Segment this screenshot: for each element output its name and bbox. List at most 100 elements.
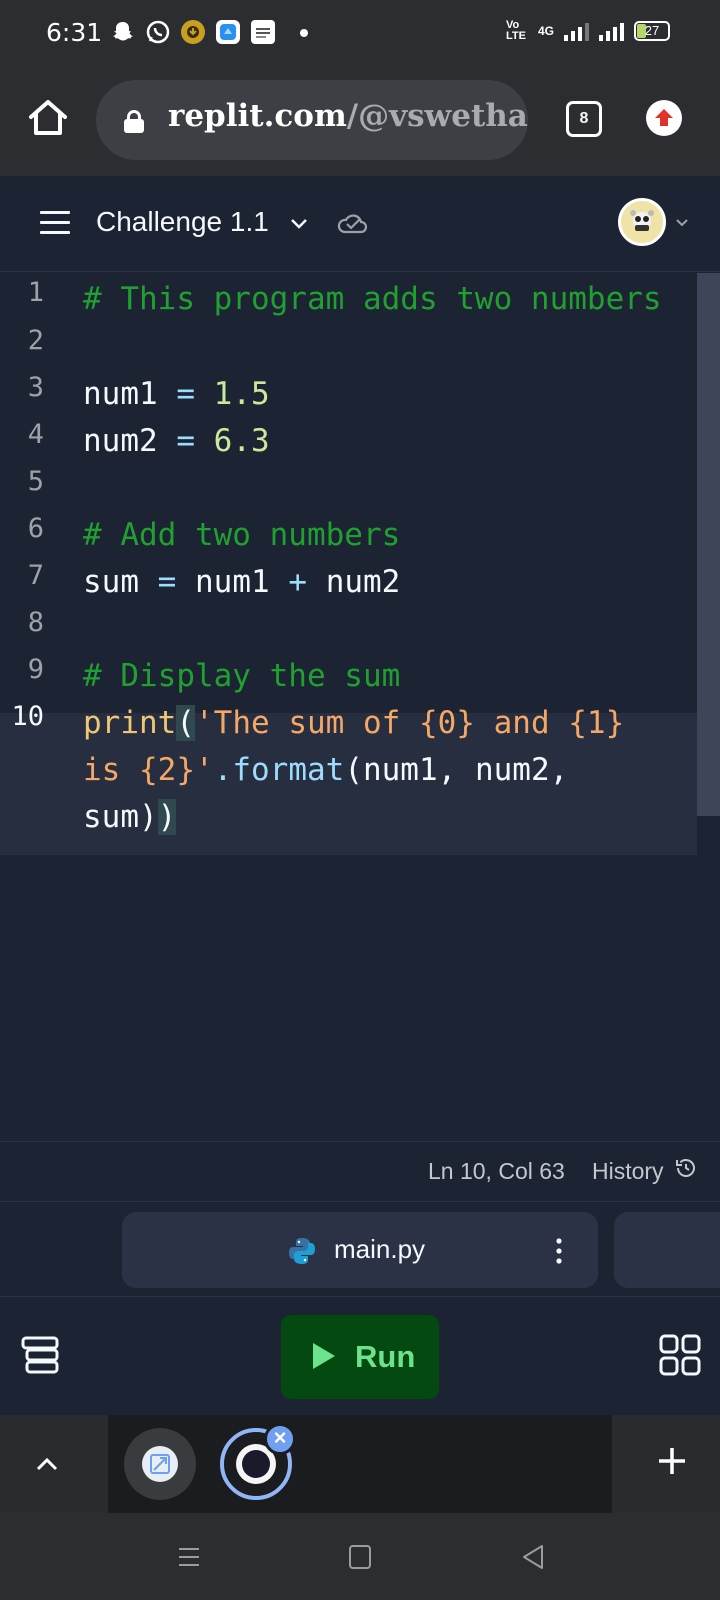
battery-icon: 27 (634, 21, 670, 41)
file-tab-label: main.py (334, 1234, 426, 1264)
code-line: 6 # Add two numbers (0, 511, 697, 559)
bubble-screenshot[interactable] (124, 1428, 196, 1500)
code-text: is {2}'.format(num1, num2, (83, 752, 568, 788)
line-number: 3 (27, 372, 44, 403)
code-line-active: 10 print('The sum of {0} and {1} is {2}'… (0, 699, 697, 841)
volte-label: Vo LTE (505, 19, 526, 42)
arguments: sum) (83, 799, 158, 835)
tabs-icon[interactable]: 8 (566, 101, 602, 137)
identifier: sum (83, 564, 139, 600)
signal-1-icon (564, 21, 589, 41)
bubble-bar-left (0, 1415, 108, 1513)
code-line: 5 (0, 464, 697, 512)
layout-icon[interactable] (20, 1335, 60, 1375)
run-label: Run (355, 1339, 416, 1374)
history-button[interactable]: History (592, 1156, 698, 1186)
identifier: num1 (83, 376, 158, 412)
url-domain: replit.com (168, 98, 347, 134)
line-number: 10 (11, 701, 44, 732)
grid-icon[interactable] (658, 1333, 702, 1377)
string-literal: is {2}' (83, 752, 214, 788)
code-text: sum)) (83, 799, 177, 835)
number-literal: 1.5 (213, 376, 270, 412)
calendar-icon (251, 20, 275, 44)
scrollbar[interactable] (697, 273, 720, 816)
hamburger-icon[interactable] (40, 211, 70, 235)
operator: = (157, 564, 177, 600)
arguments: (num1, num2, (344, 752, 569, 788)
repl-header: Challenge 1.1 (0, 176, 720, 272)
app-icon-inner (242, 1450, 270, 1478)
function-name: print (83, 705, 177, 741)
system-nav-bar (0, 1513, 720, 1600)
lock-icon (124, 110, 144, 133)
comment: # Display the sum (83, 658, 401, 694)
snapchat-icon (111, 20, 135, 44)
status-bar: 6:31 Vo LTE 4G 27 (0, 0, 720, 64)
open-paren: ( (176, 705, 195, 741)
bottom-toolbar: Run (0, 1297, 720, 1415)
file-tab-next[interactable] (614, 1212, 720, 1288)
identifier: num1 (195, 564, 270, 600)
comment: # Add two numbers (83, 517, 401, 553)
status-right: Vo LTE 4G 27 (506, 20, 670, 42)
cursor-position: Ln 10, Col 63 (428, 1158, 565, 1184)
chevron-down-icon[interactable] (288, 212, 310, 234)
line-number: 2 (27, 325, 44, 356)
code-line: 2 (0, 323, 697, 371)
chevron-down-icon[interactable] (674, 214, 690, 230)
kebab-icon[interactable] (556, 1236, 562, 1266)
back-icon[interactable] (520, 1543, 546, 1571)
status-time: 6:31 (46, 18, 103, 47)
screenshot-icon (142, 1446, 178, 1482)
string-literal: 'The sum of {0} and {1} (195, 705, 625, 741)
url-path: /@vswethacs (346, 98, 528, 134)
file-tabs: main.py (0, 1201, 720, 1297)
code-line: 9 # Display the sum (0, 652, 697, 700)
identifier: num2 (325, 564, 401, 600)
recent-apps-icon[interactable] (177, 1545, 201, 1569)
operator: = (176, 423, 195, 459)
code-text: num2 = 6.3 (83, 423, 270, 459)
code-text: sum = num1 + num2 (83, 564, 400, 600)
notification-dot (300, 29, 308, 37)
play-icon (313, 1343, 335, 1369)
app-icon (216, 20, 240, 44)
identifier: num2 (83, 423, 158, 459)
address-bar[interactable]: replit.com/@vswethacs (96, 80, 528, 160)
url-text[interactable]: replit.com/@vswethacs (168, 98, 528, 134)
repl-title[interactable]: Challenge 1.1 (96, 206, 269, 238)
file-tab-main-py[interactable]: main.py (122, 1212, 598, 1288)
line-number: 7 (27, 560, 44, 591)
method-name: format (232, 752, 345, 788)
history-label: History (592, 1157, 664, 1184)
chevron-up-icon[interactable] (34, 1451, 60, 1477)
whatsapp-icon (146, 20, 170, 44)
editor-status-bar: Ln 10, Col 63 History (0, 1141, 720, 1201)
comment: # This program adds two numbers (83, 281, 662, 317)
close-paren: ) (157, 799, 177, 835)
line-number: 5 (27, 466, 44, 497)
home-nav-icon[interactable] (349, 1545, 371, 1569)
dot-operator: . (213, 752, 233, 788)
line-number: 6 (27, 513, 44, 544)
download-icon (181, 20, 205, 44)
cloud-check-icon (336, 208, 368, 236)
close-icon[interactable]: × (264, 1423, 296, 1455)
upload-icon[interactable] (646, 100, 682, 136)
run-button[interactable]: Run (281, 1315, 439, 1399)
bubble-bar: × (0, 1415, 720, 1513)
browser-toolbar: replit.com/@vswethacs 8 (0, 64, 720, 176)
code-text: print('The sum of {0} and {1} (83, 705, 624, 741)
code-line: 4 num2 = 6.3 (0, 417, 697, 465)
history-icon (674, 1156, 698, 1186)
home-icon[interactable] (26, 96, 70, 140)
operator: + (288, 564, 308, 600)
code-line: 1 # This program adds two numbers (0, 275, 697, 323)
code-editor[interactable]: 1 # This program adds two numbers 2 3 nu… (0, 273, 720, 1141)
code-line: 3 num1 = 1.5 (0, 370, 697, 418)
avatar[interactable] (618, 198, 666, 246)
network-type: 4G (537, 24, 554, 38)
plus-icon[interactable] (656, 1445, 688, 1477)
line-number: 4 (27, 419, 44, 450)
